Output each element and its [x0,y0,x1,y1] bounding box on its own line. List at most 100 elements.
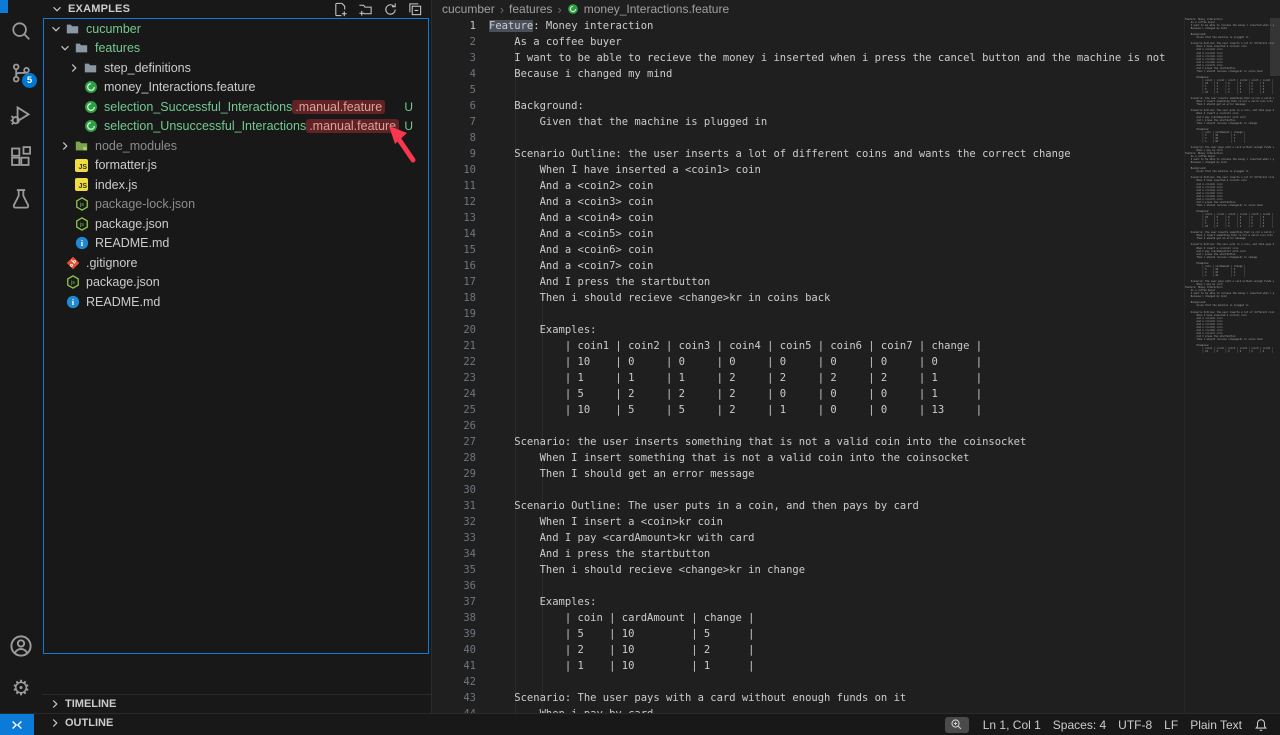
search-icon[interactable] [0,10,42,52]
line-text: | 1 | 1 | 1 | 2 | 2 | 2 | 2 | 1 | [489,370,982,386]
editor-line[interactable]: 21 | coin1 | coin2 | coin3 | coin4 | coi… [432,338,1183,354]
extensions-icon[interactable] [0,136,42,178]
editor-line[interactable]: 18 Then i should recieve <change>kr in c… [432,290,1183,306]
testing-icon[interactable] [0,178,42,220]
editor-line[interactable]: 7 Given that the machine is plugged in [432,114,1183,130]
editor-line[interactable]: 22 | 10 | 0 | 0 | 0 | 0 | 0 | 0 | 0 | [432,354,1183,370]
editor-line[interactable]: 30 [432,482,1183,498]
editor-line[interactable]: 34 And i press the startbutton [432,546,1183,562]
tree-item-selection-unsuccessful-interactions[interactable]: selection_Unsuccessful_Interactions.manu… [44,117,428,137]
editor-line[interactable]: 39 | 5 | 10 | 5 | [432,626,1183,642]
editor-line[interactable]: 13 And a <coin4> coin [432,210,1183,226]
language-mode[interactable]: Plain Text [1184,718,1248,732]
editor-line[interactable]: 31 Scenario Outline: The user puts in a … [432,498,1183,514]
line-text: | 2 | 10 | 2 | [489,642,755,658]
tree-item-package-json[interactable]: jspackage.json [44,214,428,234]
tree-item-step-definitions[interactable]: step_definitions [44,58,428,78]
tree-item-label: features [95,41,140,55]
editor-line[interactable]: 14 And a <coin5> coin [432,226,1183,242]
chevron-right-icon[interactable] [66,61,82,75]
tree-item-money-interactions-feature[interactable]: money_Interactions.feature [44,78,428,98]
chevron-down-icon[interactable] [57,41,73,55]
run-debug-icon[interactable] [0,94,42,136]
editor-line[interactable]: 16 And a <coin7> coin [432,258,1183,274]
editor-line[interactable]: 42 [432,674,1183,690]
editor-line[interactable]: 3 I want to be able to recieve the money… [432,50,1183,66]
tree-item-formatter-js[interactable]: JSformatter.js [44,156,428,176]
tree-item-readme-md[interactable]: iREADME.md [44,234,428,254]
tree-item-selection-successful-interactions[interactable]: selection_Successful_Interactions.manual… [44,97,428,117]
tree-item-package-json[interactable]: jspackage.json [44,273,428,293]
editor-line[interactable]: 40 | 2 | 10 | 2 | [432,642,1183,658]
editor-line[interactable]: 20 Examples: [432,322,1183,338]
editor-line[interactable]: 12 And a <coin3> coin [432,194,1183,210]
editor-line[interactable]: 8 [432,130,1183,146]
editor-line[interactable]: 29 Then I should get an error message [432,466,1183,482]
editor-line[interactable]: 15 And a <coin6> coin [432,242,1183,258]
zoom-indicator[interactable] [945,717,969,733]
editor-line[interactable]: 27 Scenario: the user inserts something … [432,434,1183,450]
cursor-position[interactable]: Ln 1, Col 1 [977,718,1047,732]
editor-line[interactable]: 33 And I pay <cardAmount>kr with card [432,530,1183,546]
tree-item-node-modules[interactable]: node_modules [44,136,428,156]
editor-line[interactable]: 4 Because i changed my mind [432,66,1183,82]
line-text: Scenario: the user inserts something tha… [489,434,1026,450]
outline-section-header[interactable]: OUTLINE [42,713,431,732]
editor-line[interactable]: 36 [432,578,1183,594]
editor-line[interactable]: 43 Scenario: The user pays with a card w… [432,690,1183,706]
editor-line[interactable]: 32 When I insert a <coin>kr coin [432,514,1183,530]
editor-line[interactable]: 19 [432,306,1183,322]
notifications-bell[interactable] [1248,718,1274,732]
tree-item-label: node_modules [95,139,177,153]
editor-line[interactable]: 23 | 1 | 1 | 1 | 2 | 2 | 2 | 2 | 1 | [432,370,1183,386]
editor-line[interactable]: 25 | 10 | 5 | 5 | 2 | 1 | 0 | 0 | 13 | [432,402,1183,418]
editor-line[interactable]: 24 | 5 | 2 | 2 | 2 | 0 | 0 | 0 | 1 | [432,386,1183,402]
editor-line[interactable]: 17 And I press the startbutton [432,274,1183,290]
chevron-down-icon[interactable] [48,22,64,36]
line-number: 12 [432,194,476,210]
tree-item-package-lock-json[interactable]: jspackage-lock.json [44,195,428,215]
line-text: Feature: Money interaction [489,18,653,34]
tree-item-readme-md[interactable]: iREADME.md [44,292,428,312]
refresh-icon[interactable] [383,2,398,17]
tree-item-cucumber[interactable]: cucumber [44,19,428,39]
settings-gear-icon[interactable]: ⚙ [0,667,42,709]
editor-line[interactable]: 38 | coin | cardAmount | change | [432,610,1183,626]
new-file-icon[interactable] [333,2,348,17]
source-control-icon[interactable]: 5 [0,52,42,94]
editor-line[interactable]: 28 When I insert something that is not a… [432,450,1183,466]
tree-item-index-js[interactable]: JSindex.js [44,175,428,195]
editor-line[interactable]: 26 [432,418,1183,434]
breadcrumb-item[interactable]: features [509,2,552,16]
breadcrumb-file[interactable]: money_Interactions.feature [584,2,729,16]
remote-indicator[interactable] [0,714,34,735]
editor-line[interactable]: 2 As a coffee buyer [432,34,1183,50]
explorer-section-header[interactable]: EXAMPLES [42,0,431,18]
breadcrumb-item[interactable]: cucumber [442,2,495,16]
editor-line[interactable]: 10 When I have inserted a <coin1> coin [432,162,1183,178]
editor-line[interactable]: 11 And a <coin2> coin [432,178,1183,194]
code-area[interactable]: 1Feature: Money interaction2 As a coffee… [432,18,1183,713]
editor-line[interactable]: 44 When i pay by card [432,706,1183,713]
timeline-section-header[interactable]: TIMELINE [42,694,431,713]
editor-scrollbar[interactable] [1270,18,1280,76]
collapse-all-icon[interactable] [408,2,423,17]
eol-sequence[interactable]: LF [1158,718,1184,732]
editor-line[interactable]: 6 Background: [432,98,1183,114]
editor-line[interactable]: 9 Scenario Outline: the user inserts a l… [432,146,1183,162]
editor-line[interactable]: 1Feature: Money interaction [432,18,1183,34]
chevron-right-icon[interactable] [57,139,73,153]
editor-line[interactable]: 41 | 1 | 10 | 1 | [432,658,1183,674]
tree-item-features[interactable]: features [44,39,428,59]
editor-line[interactable]: 37 Examples: [432,594,1183,610]
minimap[interactable]: Feature: Money interaction As a coffee b… [1184,18,1274,713]
encoding[interactable]: UTF-8 [1112,718,1158,732]
editor-line[interactable]: 35 Then i should recieve <change>kr in c… [432,562,1183,578]
indentation[interactable]: Spaces: 4 [1047,718,1112,732]
file-tree: cucumber features step_definitionsmoney_In… [43,18,429,654]
js-icon: JS [73,157,90,173]
new-folder-icon[interactable] [358,2,373,17]
editor-line[interactable]: 5 [432,82,1183,98]
tree-item--gitignore[interactable]: .gitignore [44,253,428,273]
account-icon[interactable] [0,625,42,667]
